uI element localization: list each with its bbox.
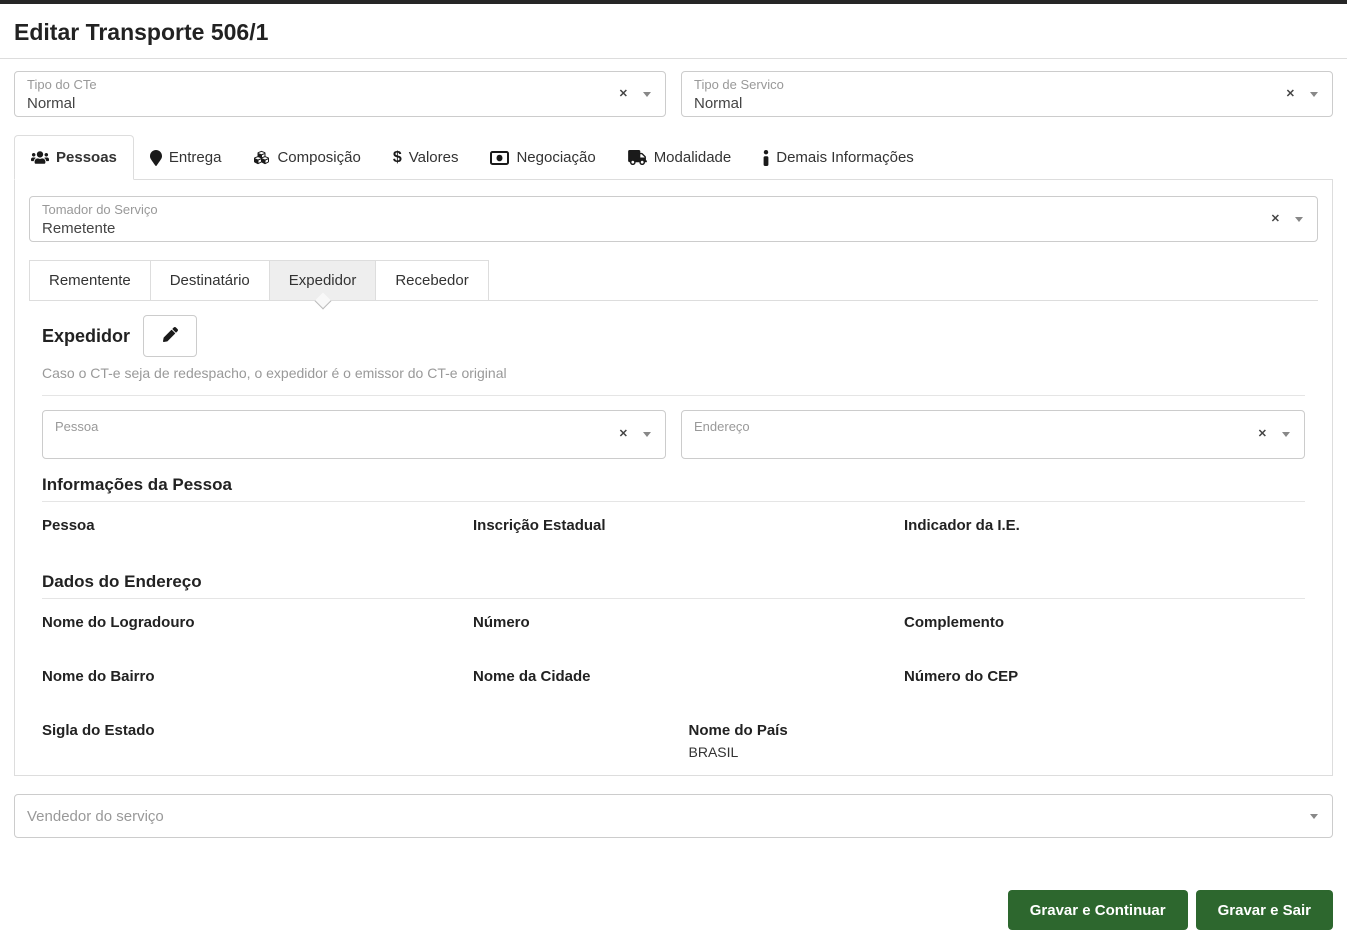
clear-icon[interactable]: ✕: [619, 429, 628, 440]
expedidor-helper-text: Caso o CT-e seja de redespacho, o expedi…: [42, 365, 507, 381]
section-divider: [42, 395, 1305, 396]
subtab-recebedor[interactable]: Recebedor: [375, 260, 489, 300]
tab-modalidade[interactable]: Modalidade: [612, 135, 748, 180]
users-icon: [31, 150, 49, 165]
tipo-cte-select[interactable]: Tipo do CTe Normal ✕: [14, 71, 666, 117]
tab-label: Entrega: [168, 149, 222, 166]
clear-icon[interactable]: ✕: [1258, 429, 1267, 440]
map-marker-icon: [149, 149, 162, 166]
dados-endereco-row-2: Nome do Bairro Nome da Cidade Número do …: [42, 668, 1305, 707]
expedidor-section: Expedidor Caso o CT-e seja de redespacho…: [29, 315, 1318, 761]
gravar-sair-button[interactable]: Gravar e Sair: [1195, 890, 1333, 930]
cubes-icon: [253, 150, 270, 165]
tomador-servico-select[interactable]: Tomador do Serviço Remetente ✕: [29, 196, 1318, 242]
chevron-down-icon: [1282, 432, 1290, 437]
tipo-servico-value: Normal: [694, 95, 743, 112]
tab-label: Valores: [408, 149, 459, 166]
field-cidade: Nome da Cidade: [473, 668, 591, 685]
dados-endereco-row-1: Nome do Logradouro Número Complemento: [42, 614, 1305, 653]
clear-icon[interactable]: ✕: [1286, 88, 1295, 100]
vendedor-servico-select[interactable]: Vendedor do serviço: [14, 794, 1333, 838]
subtab-label: Rementente: [49, 272, 131, 289]
informacoes-pessoa-heading: Informações da Pessoa: [42, 475, 1305, 502]
tipo-servico-select[interactable]: Tipo de Servico Normal ✕: [681, 71, 1333, 117]
dados-endereco-row-3: Sigla do Estado Nome do País BRASIL: [42, 722, 1305, 761]
form-actions: Gravar e Continuar Gravar e Sair: [14, 890, 1333, 930]
tipo-servico-label: Tipo de Servico: [694, 77, 784, 92]
tipo-cte-value: Normal: [27, 95, 76, 112]
field-cep: Número do CEP: [904, 668, 1019, 685]
field-logradouro: Nome do Logradouro: [42, 614, 195, 631]
truck-icon: [627, 150, 647, 165]
endereco-select-label: Endereço: [694, 419, 750, 434]
tab-label: Demais Informações: [776, 149, 914, 166]
tab-negociacao[interactable]: Negociação: [474, 135, 611, 180]
chevron-down-icon: [1310, 91, 1318, 97]
subtab-label: Expedidor: [288, 272, 357, 289]
clear-icon[interactable]: ✕: [1271, 213, 1280, 225]
tab-label: Composição: [277, 149, 361, 166]
tomador-servico-value: Remetente: [42, 220, 116, 237]
field-bairro: Nome do Bairro: [42, 668, 155, 685]
tipo-cte-label: Tipo do CTe: [27, 77, 97, 92]
tab-composicao[interactable]: Composição: [237, 135, 376, 180]
page: Editar Transporte 506/1 Tipo do CTe Norm…: [0, 19, 1347, 930]
informacoes-pessoa-fields: Pessoa Inscrição Estadual Indicador da I…: [42, 517, 1305, 556]
title-divider: [0, 58, 1347, 59]
expedidor-selects: Pessoa ✕ Endereço ✕: [42, 410, 1305, 459]
chevron-down-icon: [1295, 216, 1303, 222]
field-indicador-ie: Indicador da I.E.: [904, 517, 1020, 534]
chevron-down-icon: [643, 91, 651, 97]
tab-pessoas[interactable]: Pessoas: [14, 135, 134, 180]
dados-endereco-heading: Dados do Endereço: [42, 572, 1305, 599]
endereco-select[interactable]: Endereço ✕: [681, 410, 1305, 459]
pessoas-tab-panel: Tomador do Serviço Remetente ✕ Rementent…: [14, 179, 1333, 776]
pencil-icon: [162, 327, 178, 345]
main-tabs: Pessoas Entrega Composição $ Valores Neg…: [14, 135, 1333, 180]
window-top-bar: [0, 0, 1347, 4]
tab-label: Negociação: [516, 149, 596, 166]
pessoa-select[interactable]: Pessoa ✕: [42, 410, 666, 459]
field-pais: Nome do País BRASIL: [688, 722, 788, 760]
tab-demais-informacoes[interactable]: Demais Informações: [747, 135, 930, 180]
tomador-servico-label: Tomador do Serviço: [42, 202, 158, 217]
expedidor-heading: Expedidor: [42, 325, 131, 346]
tab-valores[interactable]: $ Valores: [377, 135, 475, 180]
subtab-label: Recebedor: [395, 272, 469, 289]
clear-icon[interactable]: ✕: [619, 88, 628, 100]
edit-expedidor-button[interactable]: [143, 315, 198, 357]
tab-entrega[interactable]: Entrega: [134, 135, 238, 180]
vendedor-servico-placeholder: Vendedor do serviço: [27, 807, 164, 825]
chevron-down-icon: [1310, 813, 1318, 819]
dollar-icon: $: [392, 149, 402, 166]
subtab-destinatario[interactable]: Destinatário: [149, 260, 270, 300]
field-complemento: Complemento: [904, 614, 1005, 631]
tab-label: Pessoas: [56, 149, 117, 166]
money-bill-icon: [490, 150, 510, 165]
pessoa-select-label: Pessoa: [55, 419, 99, 434]
info-icon: [763, 149, 769, 166]
subtab-rementente[interactable]: Rementente: [29, 260, 151, 300]
field-numero: Número: [473, 614, 530, 631]
field-pessoa: Pessoa: [42, 517, 95, 534]
chevron-down-icon: [643, 432, 651, 437]
page-title: Editar Transporte 506/1: [14, 19, 269, 45]
field-estado: Sigla do Estado: [42, 722, 155, 739]
gravar-continuar-button[interactable]: Gravar e Continuar: [1007, 890, 1188, 930]
field-inscricao-estadual: Inscrição Estadual: [473, 517, 606, 534]
pessoa-subtabs: Rementente Destinatário Expedidor Recebe…: [29, 260, 1318, 301]
tab-label: Modalidade: [653, 149, 732, 166]
subtab-label: Destinatário: [169, 272, 250, 289]
subtab-expedidor[interactable]: Expedidor: [268, 260, 377, 300]
header-selects: Tipo do CTe Normal ✕ Tipo de Servico Nor…: [14, 71, 1333, 117]
